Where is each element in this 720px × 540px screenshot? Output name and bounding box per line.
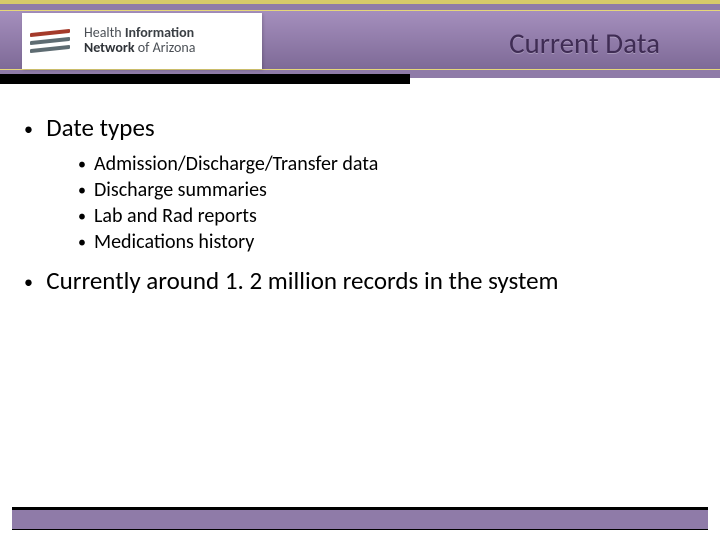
list-item: Medications history — [78, 229, 694, 255]
list-item: Discharge summaries — [78, 177, 694, 203]
slide-title: Current Data — [509, 25, 660, 61]
slide: { "header": { "title": "Current Data", "… — [0, 0, 720, 540]
logo-line2-emph: Network — [84, 39, 135, 56]
org-logo: Health Information Network of Arizona — [22, 13, 262, 69]
logo-mark-icon — [26, 19, 74, 63]
sub-bullet-list: Admission/Discharge/Transfer data Discha… — [78, 151, 694, 255]
list-item: Lab and Rad reports — [78, 203, 694, 229]
bullet-text: Date types — [46, 112, 154, 143]
list-item: Currently around 1. 2 million records in… — [26, 265, 694, 296]
sub-bullet-text: Admission/Discharge/Transfer data — [94, 152, 378, 176]
header-band: Health Information Network of Arizona Cu… — [0, 0, 720, 78]
footer-bar — [12, 510, 708, 530]
sub-bullet-text: Discharge summaries — [94, 178, 267, 202]
sub-bullet-text: Medications history — [94, 230, 254, 254]
logo-line2-suffix: of Arizona — [135, 39, 196, 56]
bullet-list: Date types Admission/Discharge/Transfer … — [26, 112, 694, 296]
sub-bullet-text: Lab and Rad reports — [94, 204, 257, 228]
slide-body: Date types Admission/Discharge/Transfer … — [0, 78, 720, 296]
header-inner: Health Information Network of Arizona Cu… — [0, 10, 720, 70]
bullet-text: Currently around 1. 2 million records in… — [46, 265, 558, 296]
logo-text: Health Information Network of Arizona — [84, 26, 195, 55]
list-item: Date types Admission/Discharge/Transfer … — [26, 112, 694, 255]
list-item: Admission/Discharge/Transfer data — [78, 151, 694, 177]
header-accent-bar — [0, 74, 410, 84]
